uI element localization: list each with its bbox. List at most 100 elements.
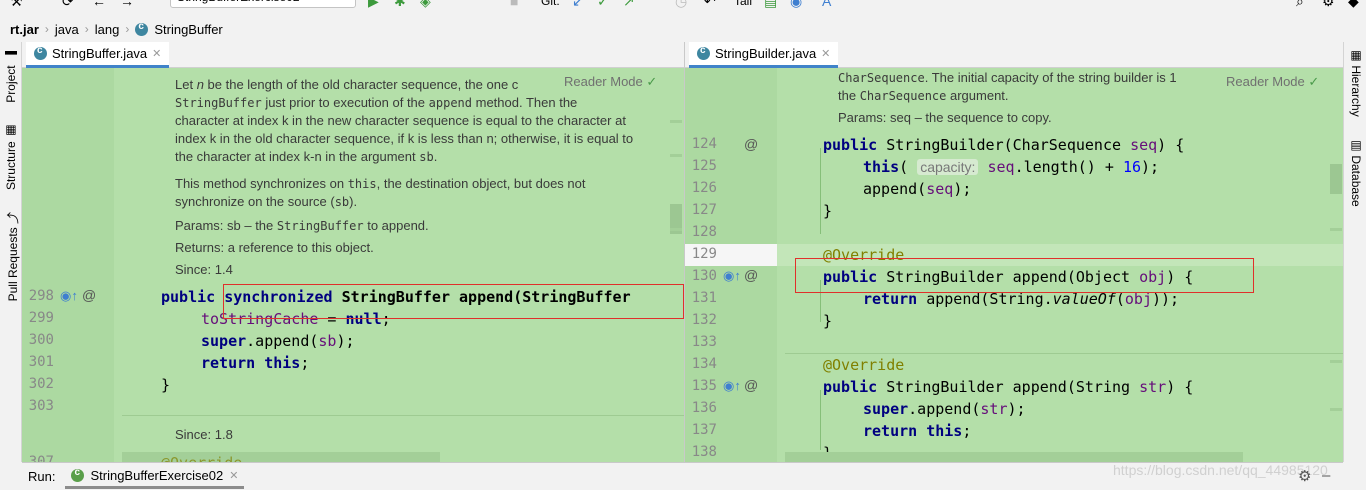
overrides-method-icon[interactable]: ◉↑ <box>723 378 741 394</box>
pull-requests-tool-tab[interactable]: Pull Requests ⤴ <box>4 212 21 301</box>
class-icon <box>697 45 710 60</box>
back-icon[interactable]: ← <box>92 0 106 8</box>
annotation-icon[interactable]: @ <box>744 136 758 152</box>
history-icon[interactable]: ◷ <box>675 0 687 8</box>
highlight-box <box>223 284 684 319</box>
build-icon[interactable]: ⟳ <box>62 0 74 8</box>
run-tab[interactable]: StringBufferExercise02 ✕ <box>65 465 245 489</box>
settings-icon[interactable]: ⚙ <box>1322 0 1335 8</box>
run-icon[interactable]: ▶ <box>368 0 379 8</box>
pull-requests-tab-label: Pull Requests <box>6 227 20 302</box>
doc-since: Since: 1.4 <box>175 262 233 277</box>
tail-label[interactable]: Tail <box>734 0 752 8</box>
search-icon[interactable]: ⌕ <box>1296 0 1304 8</box>
overrides-method-icon[interactable]: ◉↑ <box>723 268 741 284</box>
reader-mode-toggle[interactable]: Reader Mode ✓ <box>564 74 657 90</box>
commit-icon[interactable]: ✓ <box>597 0 609 8</box>
breadcrumb-package-lang[interactable]: lang <box>95 22 120 37</box>
line-number: 127 <box>691 202 717 218</box>
line-number: 136 <box>691 400 717 416</box>
close-icon[interactable]: ✕ <box>821 47 830 60</box>
translate-icon[interactable]: A <box>822 0 831 8</box>
update-icon[interactable]: ↙ <box>572 0 584 8</box>
reader-mode-label: Reader Mode <box>564 74 643 89</box>
minimize-icon[interactable]: – <box>1322 467 1330 484</box>
ide-icon[interactable]: ◆ <box>1348 0 1359 8</box>
hierarchy-tool-tab[interactable]: ▦ Hierarchy <box>1349 48 1363 117</box>
line-number: 133 <box>691 334 717 350</box>
tab-stringbuffer-java[interactable]: StringBuffer.java ✕ <box>26 42 170 68</box>
coverage-icon[interactable]: ◈ <box>420 0 431 8</box>
left-editor-tabs: StringBuffer.java ✕ <box>22 42 684 68</box>
doc-line: StringBuffer just prior to execution of … <box>175 95 578 110</box>
right-tool-stripe: ▦ Hierarchy ▤ Database <box>1343 42 1366 462</box>
breadcrumb-package-java[interactable]: java <box>55 22 79 37</box>
breadcrumb-class[interactable]: StringBuffer <box>154 22 222 37</box>
run-tab-label: StringBufferExercise02 <box>90 467 224 483</box>
code-line-134: @Override <box>823 356 905 374</box>
reader-mode-toggle[interactable]: Reader Mode ✓ <box>1226 74 1319 90</box>
reader-mode-label: Reader Mode <box>1226 74 1305 89</box>
debug-icon[interactable]: ✱ <box>394 0 406 8</box>
main-toolbar: ⚒ ⟳ ← → StringBufferExercise02 ▶ ✱ ◈ ■ G… <box>0 0 1366 10</box>
class-icon <box>71 467 85 482</box>
rollback-icon[interactable]: ↶ <box>704 0 716 8</box>
breadcrumb: rt.jar › java › lang › StringBuffer <box>0 16 1366 42</box>
project-tab-label: Project <box>4 65 18 103</box>
tab-stringbuilder-java[interactable]: StringBuilder.java ✕ <box>689 42 839 68</box>
database-tool-tab[interactable]: ▤ Database <box>1349 138 1363 207</box>
run-label: Run: <box>28 469 56 484</box>
line-number: 303 <box>28 398 54 414</box>
close-icon[interactable]: ✕ <box>152 47 161 60</box>
indent-guide <box>820 390 821 450</box>
git-label: Git: <box>541 0 560 8</box>
breadcrumb-jar[interactable]: rt.jar <box>10 22 39 37</box>
settings-icon[interactable]: ⚙ <box>1298 467 1311 485</box>
structure-tool-tab[interactable]: Structure ▦ <box>4 124 18 190</box>
indent-guide <box>820 148 821 234</box>
code-line-302: } <box>161 376 171 394</box>
code-line-126: append(seq); <box>863 180 972 198</box>
javadoc-rendered: CharSequence. The initial capacity of th… <box>838 69 1238 127</box>
stop-icon[interactable]: ■ <box>510 0 518 8</box>
line-number: 125 <box>691 158 717 174</box>
browser-icon[interactable]: ◉ <box>790 0 802 8</box>
doc-params: Params: seq – the sequence to copy. <box>838 110 1052 125</box>
tail-icon[interactable]: ▤ <box>764 0 777 8</box>
annotation-icon[interactable]: @ <box>744 267 758 283</box>
left-tool-stripe: Project ▬ Structure ▦ Pull Requests ⤴ <box>0 42 22 462</box>
annotation-icon[interactable]: @ <box>744 377 758 393</box>
project-tool-tab[interactable]: Project ▬ <box>4 48 18 103</box>
scroll-marker <box>1330 228 1342 231</box>
line-number: 299 <box>28 310 54 326</box>
structure-tab-label: Structure <box>4 141 18 191</box>
forward-icon[interactable]: → <box>120 0 134 8</box>
code-line-125: this( capacity: seq.length() + 16); <box>863 158 1160 176</box>
scroll-marker <box>1330 360 1342 363</box>
code-line-137: return this; <box>863 422 972 440</box>
code-line-136: super.append(str); <box>863 400 1026 418</box>
line-number: 129 <box>691 246 717 262</box>
doc-line: CharSequence. The initial capacity of th… <box>838 70 1177 85</box>
class-icon <box>135 21 149 36</box>
scrollbar-thumb[interactable] <box>1330 164 1342 194</box>
annotation-icon[interactable]: @ <box>82 287 96 303</box>
doc-line: This method synchronizes on this, the de… <box>175 176 586 191</box>
line-number: 300 <box>28 332 54 348</box>
line-number: 131 <box>691 290 717 306</box>
hammer-icon[interactable]: ⚒ <box>10 0 23 8</box>
run-config-select[interactable]: StringBufferExercise02 <box>170 0 356 8</box>
left-editor[interactable]: Let n be the length of the old character… <box>22 68 684 462</box>
line-number: 301 <box>28 354 54 370</box>
scroll-marker <box>670 120 682 123</box>
database-tab-label: Database <box>1349 155 1363 207</box>
right-editor[interactable]: CharSequence. The initial capacity of th… <box>684 68 1343 462</box>
push-icon[interactable]: ↗ <box>623 0 635 8</box>
scroll-marker <box>1330 408 1342 411</box>
check-icon: ✓ <box>646 74 658 89</box>
overrides-method-icon[interactable]: ◉↑ <box>60 288 78 304</box>
code-line-301: return this; <box>201 354 310 372</box>
chevron-right-icon: › <box>84 22 89 36</box>
close-icon[interactable]: ✕ <box>229 469 238 482</box>
line-number: 137 <box>691 422 717 438</box>
